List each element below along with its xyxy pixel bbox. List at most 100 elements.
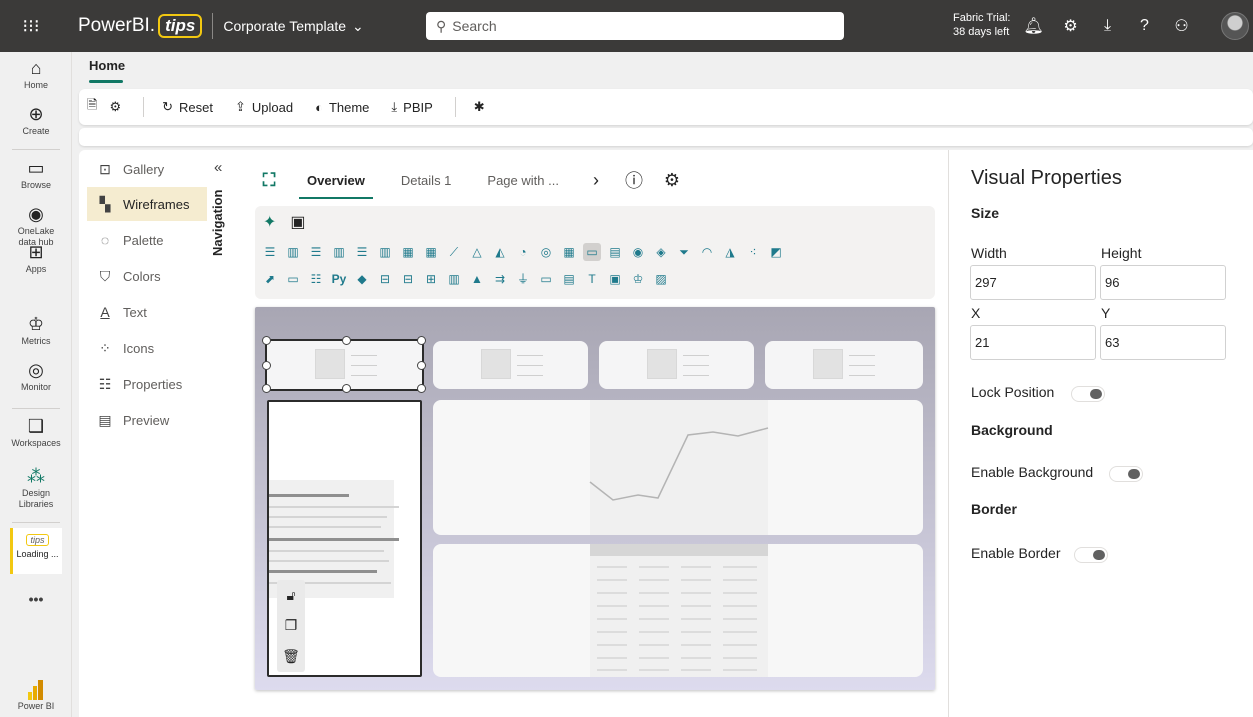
app-launcher-icon[interactable]: ⁝⁝⁝: [0, 0, 62, 52]
nav-tips-app[interactable]: tips Loading ...: [10, 528, 62, 574]
matrix-icon[interactable]: ⊞: [422, 270, 440, 288]
kpi-icon[interactable]: ⬈: [261, 270, 279, 288]
nav-monitor[interactable]: ◎ Monitor: [0, 360, 72, 393]
table-visual[interactable]: [433, 544, 923, 677]
nav-palette[interactable]: ◌ Palette: [87, 223, 207, 257]
reset-button[interactable]: ↻ Reset: [162, 99, 213, 115]
width-input[interactable]: 297: [970, 265, 1096, 300]
tab-details-1[interactable]: Details 1: [383, 160, 470, 200]
line-stacked-column-icon[interactable]: ▦: [422, 243, 440, 261]
shape-map-icon[interactable]: ◩: [767, 243, 785, 261]
share-people-icon[interactable]: ⚇: [1163, 0, 1200, 52]
azure-map-icon[interactable]: ▲: [468, 270, 486, 288]
nav-text[interactable]: A Text: [87, 295, 207, 329]
gauge-icon[interactable]: ◠: [698, 243, 716, 261]
card-icon[interactable]: ▭: [583, 243, 601, 261]
clustered-bar-icon[interactable]: ☰: [307, 243, 325, 261]
nav-properties[interactable]: ☷ Properties: [87, 367, 207, 401]
tab-home[interactable]: Home: [89, 58, 125, 73]
focus-mode-icon[interactable]: ⛶: [249, 160, 289, 200]
treemap-icon[interactable]: ▦: [560, 243, 578, 261]
nav-apps[interactable]: ⊞ Apps: [0, 242, 72, 275]
lock-position-toggle[interactable]: [1071, 386, 1105, 402]
bar-100-icon[interactable]: ☰: [353, 243, 371, 261]
nav-powerbi[interactable]: Power BI: [0, 680, 72, 712]
key-influencers-icon[interactable]: ◆: [353, 270, 371, 288]
funnel-icon[interactable]: ⏷: [675, 243, 693, 261]
tab-overview[interactable]: Overview: [289, 160, 383, 200]
upload-button[interactable]: ⇪ Upload: [235, 99, 293, 115]
scatter-icon[interactable]: ⁖: [744, 243, 762, 261]
resize-handle[interactable]: [342, 384, 351, 393]
nav-create[interactable]: ⊕ Create: [0, 104, 72, 137]
help-icon[interactable]: ?: [1126, 0, 1163, 52]
table-icon[interactable]: ☷: [307, 270, 325, 288]
nav-gallery[interactable]: ⊡ Gallery: [87, 152, 207, 186]
line-column-icon[interactable]: ▦: [399, 243, 417, 261]
nav-browse[interactable]: ▭ Browse: [0, 158, 72, 191]
qa-icon[interactable]: ⊟: [399, 270, 417, 288]
comment-icon[interactable]: ▭: [537, 270, 555, 288]
filter-icon[interactable]: ⏚: [514, 270, 532, 288]
enable-background-toggle[interactable]: [1109, 466, 1143, 482]
multi-row-card-icon[interactable]: ▤: [606, 243, 624, 261]
copy-icon[interactable]: ❐: [285, 617, 298, 634]
image-icon[interactable]: ▨: [652, 270, 670, 288]
search-input[interactable]: ⚲ Search: [426, 12, 844, 40]
resize-handle[interactable]: [417, 361, 426, 370]
nav-workspaces[interactable]: ❑ Workspaces: [0, 416, 72, 449]
card-visual-selected[interactable]: [265, 339, 424, 391]
nav-colors[interactable]: ⛉ Colors: [87, 259, 207, 293]
stacked-bar-icon[interactable]: ☰: [261, 243, 279, 261]
resize-handle[interactable]: [417, 336, 426, 345]
resize-handle[interactable]: [417, 384, 426, 393]
stacked-column-icon[interactable]: ▥: [284, 243, 302, 261]
resize-handle[interactable]: [342, 336, 351, 345]
tab-page-with[interactable]: Page with ...: [469, 160, 577, 200]
height-input[interactable]: 96: [1100, 265, 1226, 300]
bar-list-visual[interactable]: 🔓︎ ❐ 🗑︎: [267, 400, 422, 677]
line-chart-icon[interactable]: ⟋: [445, 243, 463, 261]
card-visual[interactable]: [599, 341, 754, 389]
download-icon[interactable]: ⤓: [1089, 0, 1126, 52]
brand-logo[interactable]: PowerBI. tips: [78, 14, 203, 38]
nav-icons[interactable]: ⁘ Icons: [87, 331, 207, 365]
stacked-area-icon[interactable]: ◭: [491, 243, 509, 261]
resize-handle[interactable]: [262, 361, 271, 370]
sparkle-icon[interactable]: ✦: [263, 212, 276, 232]
nav-preview[interactable]: ▤ Preview: [87, 403, 207, 437]
save-settings-icon[interactable]: 🗎: [87, 96, 97, 118]
delete-icon[interactable]: 🗑︎: [282, 648, 300, 665]
column-100-icon[interactable]: ▥: [376, 243, 394, 261]
slicer-icon[interactable]: ▭: [284, 270, 302, 288]
ribbon-chart-icon[interactable]: ◮: [721, 243, 739, 261]
nav-wireframes[interactable]: ▚ Wireframes: [87, 187, 207, 221]
gear-icon[interactable]: ⚙: [1052, 0, 1089, 52]
clustered-column-icon[interactable]: ▥: [330, 243, 348, 261]
workspace-selector[interactable]: Corporate Template ⌄: [223, 18, 363, 35]
line-chart-visual[interactable]: [433, 400, 923, 535]
python-visual-icon[interactable]: Py: [330, 270, 348, 288]
chevron-right-icon[interactable]: ›: [577, 160, 615, 200]
gear-icon[interactable]: ⚙: [109, 99, 121, 115]
y-input[interactable]: 63: [1100, 325, 1226, 360]
gear-icon[interactable]: ⚙: [653, 160, 691, 200]
metrics-icon[interactable]: ♔: [629, 270, 647, 288]
decomposition-tree-icon[interactable]: ⊟: [376, 270, 394, 288]
trial-status[interactable]: Fabric Trial: 38 days left: [953, 11, 1010, 39]
textbox-icon[interactable]: T: [583, 270, 601, 288]
waterfall-icon[interactable]: ▥: [445, 270, 463, 288]
narrative-icon[interactable]: ▤: [560, 270, 578, 288]
pbip-button[interactable]: ⤓ PBIP: [391, 99, 432, 115]
collapse-nav-icon[interactable]: «: [214, 159, 222, 176]
nav-home[interactable]: ⌂ Home: [0, 58, 72, 91]
help-circle-icon[interactable]: ⓘ: [615, 160, 653, 200]
bell-icon[interactable]: 🔔︎: [1015, 0, 1052, 52]
filled-map-icon[interactable]: ◈: [652, 243, 670, 261]
resize-handle[interactable]: [262, 336, 271, 345]
report-canvas[interactable]: 🔓︎ ❐ 🗑︎: [255, 307, 935, 690]
more-icon[interactable]: •••: [0, 592, 72, 606]
resize-handle[interactable]: [262, 384, 271, 393]
x-input[interactable]: 21: [970, 325, 1096, 360]
area-chart-icon[interactable]: △: [468, 243, 486, 261]
